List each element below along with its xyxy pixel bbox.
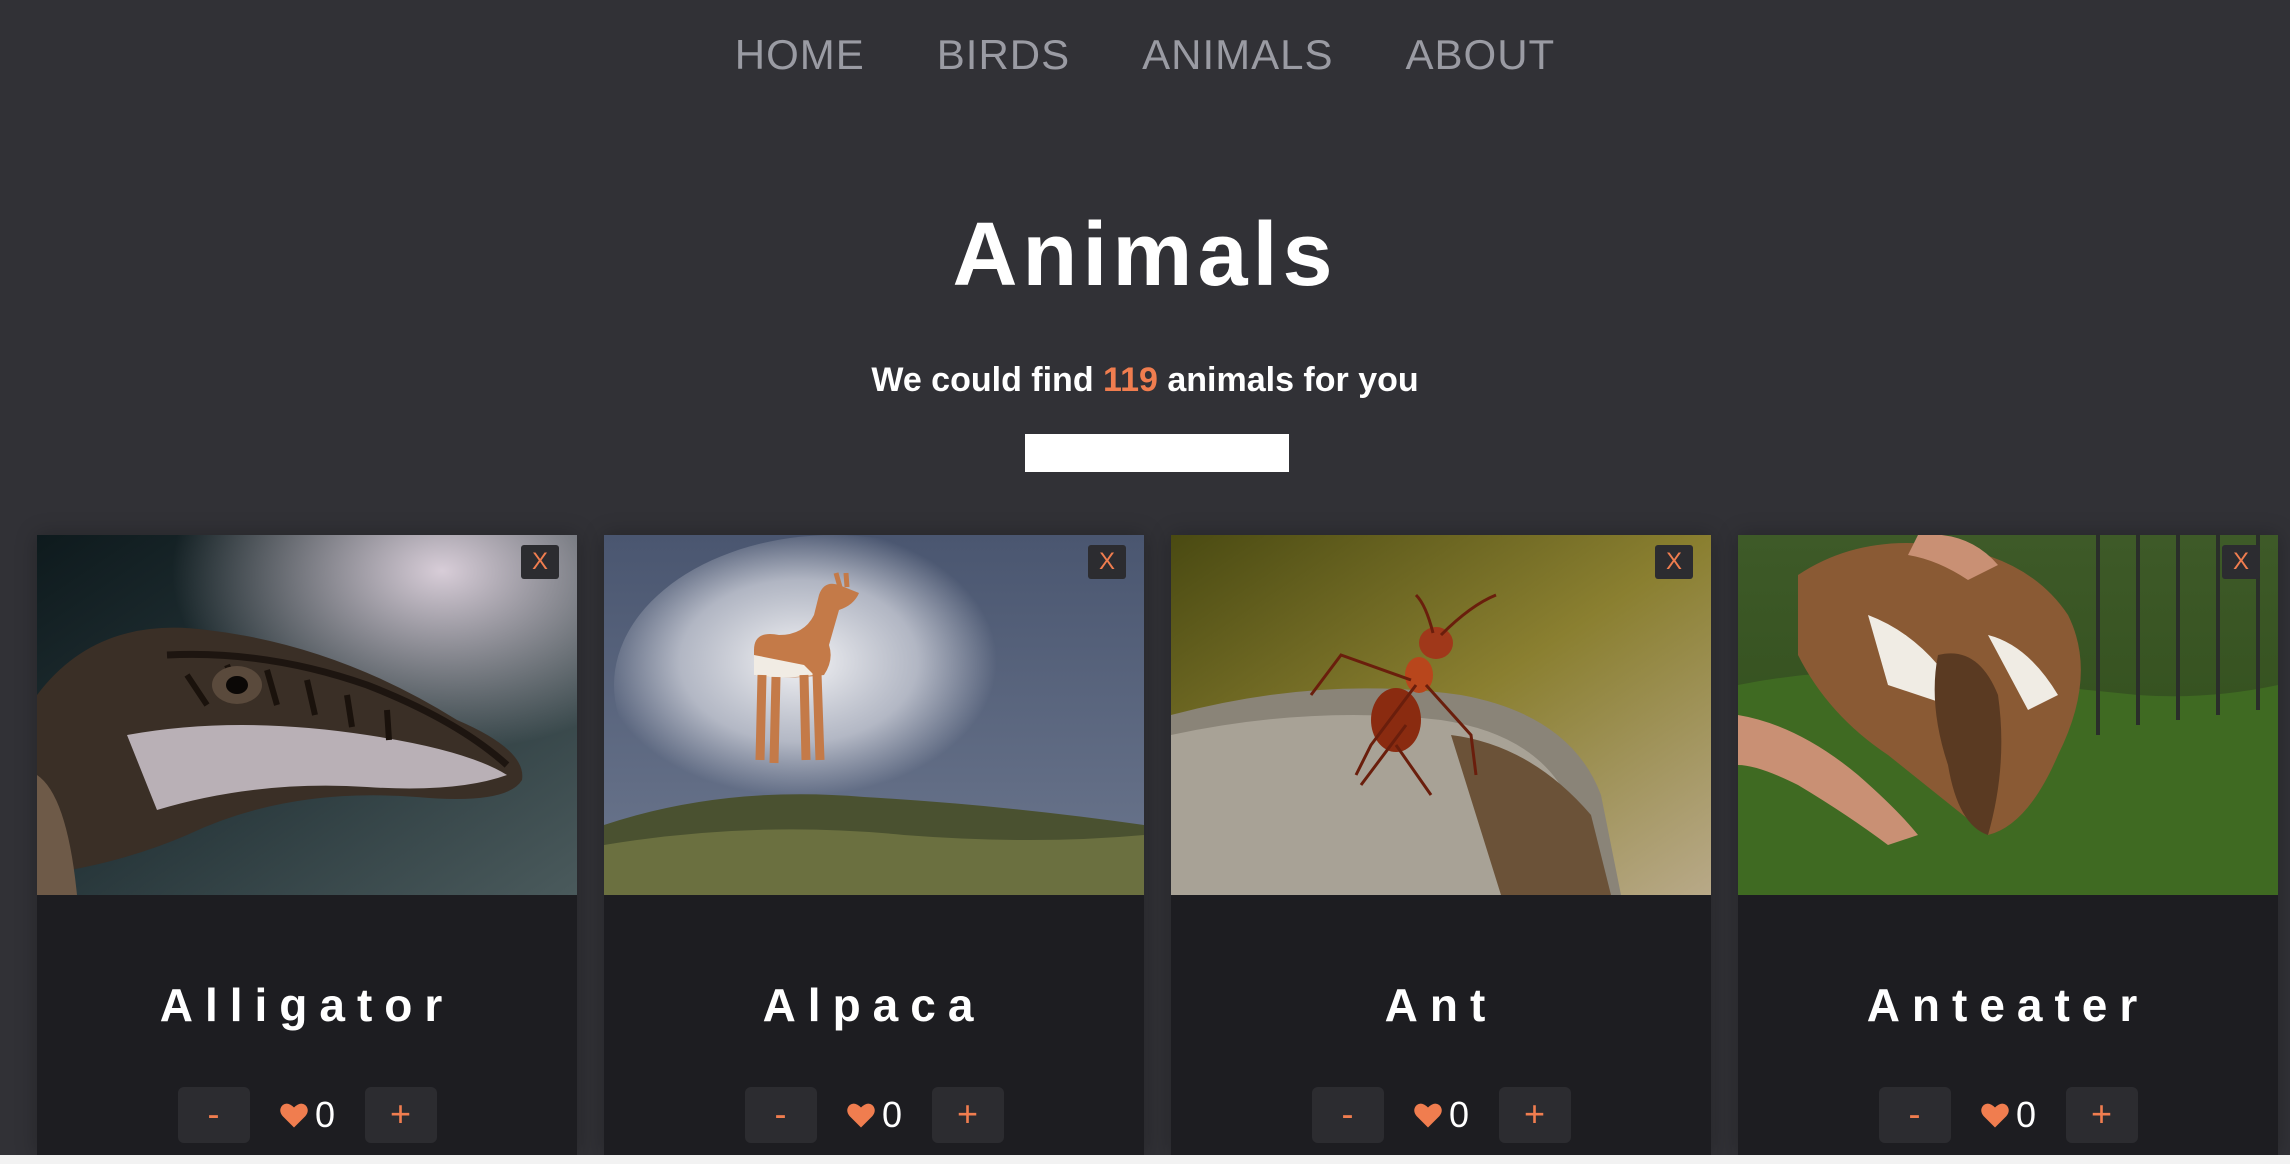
like-display: 0 — [817, 1093, 932, 1137]
ant-photo — [1171, 535, 1711, 895]
search-input[interactable] — [1025, 434, 1289, 472]
nav-animals-link[interactable]: ANIMALS — [1142, 25, 1333, 85]
decrement-like-button[interactable]: - — [1878, 1087, 1951, 1143]
nav-about-link[interactable]: ABOUT — [1406, 25, 1556, 85]
page-title: Animals — [952, 205, 1338, 305]
like-controls: - 0 + — [37, 1087, 577, 1143]
like-display: 0 — [250, 1093, 365, 1137]
like-controls: - 0 + — [1738, 1087, 2278, 1143]
animal-card-anteater: X Anteater - 0 + — [1738, 535, 2278, 1155]
like-display: 0 — [1951, 1093, 2066, 1137]
summary-prefix: We could find — [871, 361, 1094, 399]
animal-name: Ant — [1384, 979, 1498, 1031]
main-nav: HOME BIRDS ANIMALS ABOUT — [0, 25, 2290, 85]
like-controls: - 0 + — [604, 1087, 1144, 1143]
like-count: 0 — [1448, 1094, 1470, 1135]
like-display: 0 — [1384, 1093, 1499, 1137]
animal-name: Anteater — [1866, 979, 2150, 1031]
nav-home-link[interactable]: HOME — [735, 25, 865, 85]
close-button[interactable]: X — [521, 545, 559, 579]
heart-icon — [1980, 1101, 2010, 1129]
increment-like-button[interactable]: + — [931, 1087, 1004, 1143]
close-button[interactable]: X — [1655, 545, 1693, 579]
heart-icon — [846, 1101, 876, 1129]
alligator-photo — [37, 535, 577, 895]
heart-icon — [279, 1101, 309, 1129]
like-count: 0 — [881, 1094, 903, 1135]
increment-like-button[interactable]: + — [364, 1087, 437, 1143]
alpaca-photo — [604, 535, 1144, 895]
decrement-like-button[interactable]: - — [1311, 1087, 1384, 1143]
animal-card-alpaca: X Alpaca - 0 + — [604, 535, 1144, 1155]
like-count: 0 — [314, 1094, 336, 1135]
bottom-edge — [0, 1155, 2290, 1164]
animal-name: Alpaca — [762, 979, 986, 1031]
animal-count: 119 — [1103, 361, 1158, 399]
decrement-like-button[interactable]: - — [177, 1087, 250, 1143]
anteater-photo — [1738, 535, 2278, 895]
increment-like-button[interactable]: + — [1498, 1087, 1571, 1143]
increment-like-button[interactable]: + — [2065, 1087, 2138, 1143]
close-button[interactable]: X — [1088, 545, 1126, 579]
close-button[interactable]: X — [2222, 545, 2260, 579]
animal-card-ant: X Ant - 0 + — [1171, 535, 1711, 1155]
summary-suffix: animals for you — [1167, 361, 1419, 399]
heart-icon — [1413, 1101, 1443, 1129]
like-count: 0 — [2015, 1094, 2037, 1135]
result-summary: We could find 119 animals for you — [0, 355, 2290, 405]
animal-card-alligator: X Alligator - 0 + — [37, 535, 577, 1155]
animal-name: Alligator — [159, 979, 455, 1031]
nav-birds-link[interactable]: BIRDS — [937, 25, 1070, 85]
like-controls: - 0 + — [1171, 1087, 1711, 1143]
decrement-like-button[interactable]: - — [744, 1087, 817, 1143]
